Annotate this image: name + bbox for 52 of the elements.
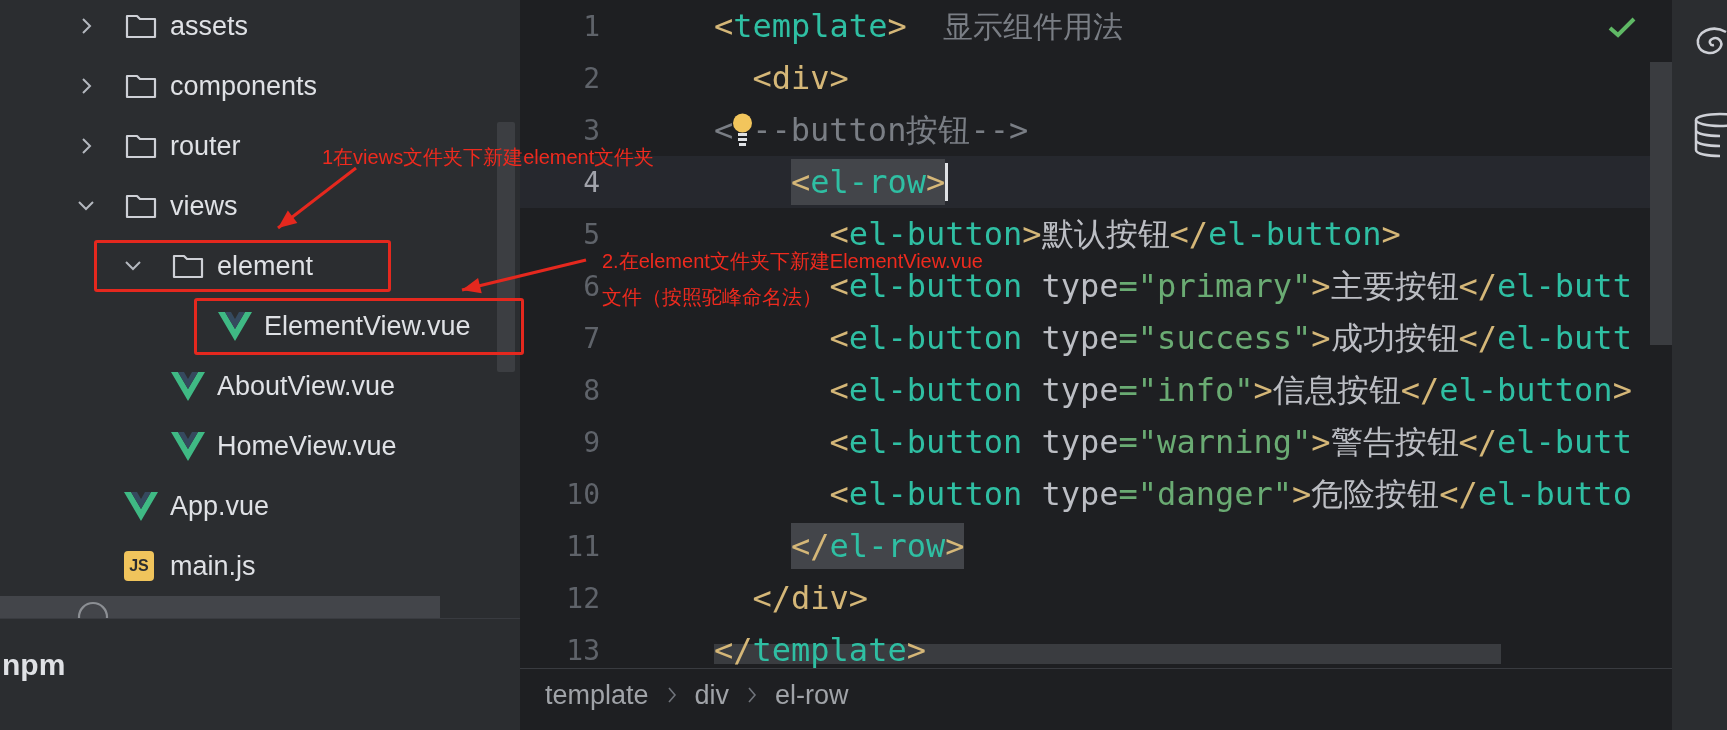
folder-icon (124, 132, 158, 160)
scrollbar-thumb[interactable] (1650, 62, 1672, 345)
tree-item[interactable]: components (76, 62, 328, 110)
code-text: --button按钮--> (752, 116, 1029, 144)
breadcrumb-item[interactable]: div (694, 679, 730, 711)
folder-icon (171, 252, 205, 280)
tree-item[interactable]: AboutView.vue (123, 362, 406, 410)
tree-item[interactable]: router (76, 122, 251, 170)
tree-item[interactable]: ElementView.vue (170, 302, 481, 350)
code-text: < (714, 116, 734, 144)
line-number: 11 (565, 529, 600, 563)
code-text: <el-row> (791, 158, 946, 206)
vue-file-icon (218, 311, 252, 341)
line-number: 6 (582, 269, 600, 303)
code-text: </div> (752, 584, 869, 612)
vue-file-icon (124, 491, 158, 521)
line-number: 3 (582, 113, 600, 147)
breadcrumb-item[interactable]: template (545, 679, 649, 711)
vue-file-icon (171, 371, 205, 401)
line-number: 13 (565, 633, 600, 667)
code-text: <div> (752, 64, 849, 92)
chevron-right-icon (666, 686, 677, 704)
tree-item[interactable]: JS main.js (76, 542, 266, 590)
chevron-right-icon (747, 686, 758, 704)
code-text: </el-row> (791, 522, 965, 570)
line-number: 8 (582, 373, 600, 407)
tree-item[interactable]: HomeView.vue (123, 422, 407, 470)
code-text: <el-button>默认按钮</el-button> (829, 220, 1401, 248)
text-cursor (945, 163, 949, 201)
line-number: 12 (565, 581, 600, 615)
line-number: 2 (582, 61, 600, 95)
line-number: 10 (565, 477, 600, 511)
tree-item[interactable]: element (123, 242, 324, 290)
annotation-note: 2.在element文件夹下新建ElementView.vue (602, 250, 983, 272)
database-icon[interactable] (1692, 112, 1727, 158)
tree-item[interactable]: App.vue (76, 482, 280, 530)
line-number: 7 (582, 321, 600, 355)
panel-title: npm (2, 647, 66, 682)
folder-icon (124, 12, 158, 40)
annotation-note: 文件（按照驼峰命名法） (602, 286, 822, 308)
line-number: 9 (582, 425, 600, 459)
vue-file-icon (171, 431, 205, 461)
folder-icon (124, 72, 158, 100)
tree-item[interactable]: views (76, 182, 248, 230)
js-file-icon: JS (124, 551, 154, 581)
check-icon (1608, 16, 1636, 38)
tree-item[interactable]: assets (76, 2, 259, 50)
line-number: 5 (582, 217, 600, 251)
breadcrumb-item[interactable]: el-row (775, 679, 849, 711)
annotation-note: 1在views文件夹下新建element文件夹 (322, 146, 655, 168)
line-number: 1 (582, 9, 600, 43)
folder-icon (124, 192, 158, 220)
